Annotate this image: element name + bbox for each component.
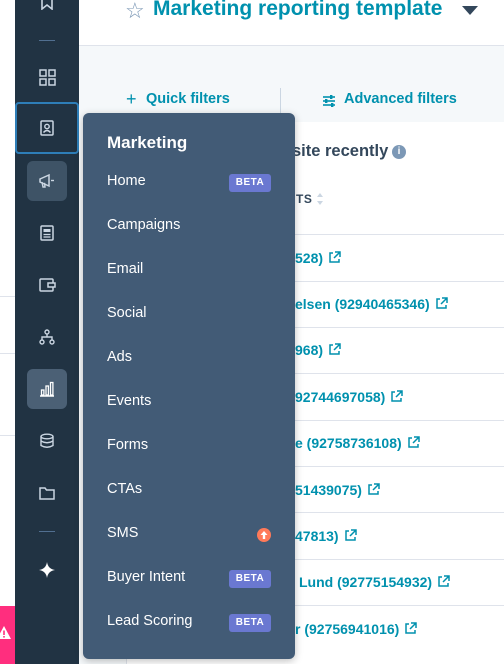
row-label: r (92756941016) [295, 621, 400, 637]
table-row-link[interactable]: Lund (92775154932) [299, 574, 450, 590]
menu-item-label: Campaigns [107, 217, 181, 233]
filter-bar: Quick filters + Advanced filters [79, 47, 504, 117]
beta-badge: BETA [229, 570, 271, 588]
megaphone-icon [39, 173, 54, 188]
menu-item-social[interactable]: Social [83, 293, 295, 337]
external-link-icon [435, 297, 448, 309]
menu-item-sms[interactable]: SMS [83, 513, 295, 557]
beta-badge: BETA [229, 614, 271, 632]
automation-icon [39, 329, 55, 345]
menu-item-ctas[interactable]: CTAs [83, 469, 295, 513]
external-link-icon [438, 575, 450, 587]
menu-item-label: CTAs [107, 481, 143, 497]
row-label: Lund (92775154932) [299, 574, 433, 590]
menu-item-label: Forms [107, 437, 149, 453]
row-label: 968) [295, 342, 324, 358]
alert-badge[interactable] [0, 606, 15, 664]
ai-sparkle-icon [39, 562, 55, 578]
external-link-icon [329, 251, 341, 263]
external-link-icon [344, 529, 357, 541]
marketing-flyout-menu: Marketing Home BETA Campaigns Email Soci… [83, 113, 295, 659]
menu-item-events[interactable]: Events [83, 381, 295, 425]
menu-item-buyer-intent[interactable]: Buyer Intent BETA [83, 557, 295, 601]
menu-item-label: Social [107, 305, 147, 321]
advanced-filters-button[interactable]: Advanced filters [344, 91, 457, 107]
table-row-link[interactable]: 47813) [295, 528, 357, 544]
divider [280, 88, 281, 116]
favorite-star-icon[interactable]: ☆ [125, 0, 145, 24]
table-row-link[interactable]: e (92758736108) [295, 435, 420, 451]
database-icon [40, 433, 54, 448]
menu-item-ads[interactable]: Ads [83, 337, 295, 381]
reporting-nav[interactable] [27, 369, 67, 409]
external-link-icon [391, 390, 404, 402]
report-header: ☆ Marketing reporting template [79, 0, 504, 46]
column-header[interactable]: TS [296, 192, 312, 206]
plus-icon: + [126, 89, 137, 109]
menu-heading: Marketing [107, 133, 188, 152]
commerce-icon [38, 278, 56, 292]
menu-item-home[interactable]: Home BETA [83, 161, 295, 205]
left-edge-card [0, 296, 15, 436]
chevron-down-icon[interactable] [462, 6, 478, 15]
data-management-nav[interactable] [27, 421, 67, 461]
ai-assistant-nav[interactable] [27, 550, 67, 590]
row-label: 92744697058) [295, 389, 386, 405]
content-nav[interactable] [27, 213, 67, 253]
menu-item-label: Buyer Intent [107, 569, 186, 585]
menu-item-campaigns[interactable]: Campaigns [83, 205, 295, 249]
external-link-icon [368, 483, 380, 495]
row-label: e (92758736108) [295, 435, 402, 451]
row-label: 528) [295, 250, 324, 266]
quick-filters-label: Quick filters [146, 91, 230, 107]
menu-item-label: Email [107, 261, 144, 277]
table-row-link[interactable]: 92744697058) [295, 389, 404, 405]
workspaces-nav[interactable] [27, 57, 67, 97]
app-root: ☆ Marketing reporting template Quick fil… [0, 0, 504, 664]
table-row-link[interactable]: 528) [295, 250, 341, 266]
menu-item-label: SMS [107, 525, 139, 541]
menu-item-label: Ads [107, 349, 132, 365]
info-icon[interactable]: i [392, 145, 406, 159]
bookmark-icon [41, 0, 53, 10]
quick-filters-button[interactable]: Quick filters [126, 91, 230, 107]
rail-divider [39, 40, 55, 41]
sort-icon[interactable] [316, 192, 324, 206]
row-label: elsen (92940465346) [295, 296, 430, 312]
warning-icon [0, 626, 11, 639]
table-row-link[interactable]: elsen (92940465346) [295, 296, 448, 312]
beta-badge: BETA [229, 174, 271, 192]
content-icon [40, 225, 54, 241]
nav-rail [15, 0, 79, 664]
contacts-icon [40, 120, 54, 136]
external-link-icon [329, 343, 341, 355]
library-nav[interactable] [27, 473, 67, 513]
row-label: 51439075) [295, 482, 362, 498]
external-link-icon [407, 436, 420, 448]
menu-item-label: Home [107, 173, 146, 189]
reporting-icon [40, 381, 54, 397]
menu-item-lead-scoring[interactable]: Lead Scoring BETA [83, 601, 295, 645]
sliders-icon [323, 95, 335, 107]
row-label: 47813) [295, 528, 339, 544]
bookmarks-nav[interactable] [27, 0, 67, 22]
commerce-nav[interactable] [27, 265, 67, 305]
automation-nav[interactable] [27, 317, 67, 357]
menu-item-label: Events [107, 393, 152, 409]
external-link-icon [405, 622, 418, 634]
menu-item-forms[interactable]: Forms [83, 425, 295, 469]
card-title: site recently [292, 142, 389, 160]
crm-nav[interactable] [15, 102, 79, 154]
rail-divider [39, 531, 55, 532]
menu-item-label: Lead Scoring [107, 613, 193, 629]
table-row-link[interactable]: 51439075) [295, 482, 380, 498]
menu-item-email[interactable]: Email [83, 249, 295, 293]
folder-icon [39, 487, 55, 500]
table-row-link[interactable]: 968) [295, 342, 341, 358]
marketing-nav[interactable] [27, 161, 67, 201]
table-row-link[interactable]: r (92756941016) [295, 621, 418, 637]
upgrade-icon [257, 528, 271, 542]
grid-icon [38, 68, 56, 86]
page-title[interactable]: Marketing reporting template [153, 0, 442, 21]
